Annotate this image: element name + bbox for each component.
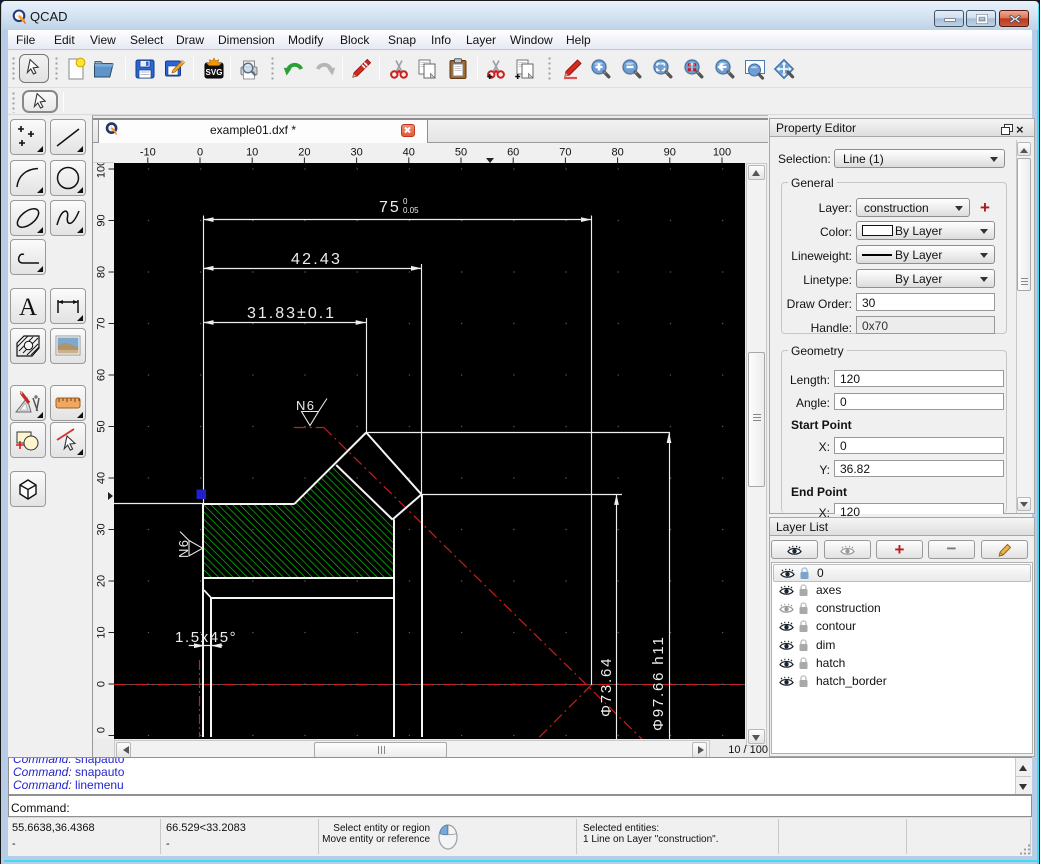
svg-text:-10: -10 bbox=[140, 147, 156, 159]
svg-text:20: 20 bbox=[96, 575, 108, 587]
svg-text:0.05: 0.05 bbox=[403, 206, 419, 215]
svg-text:90: 90 bbox=[664, 147, 676, 159]
svg-text:0: 0 bbox=[96, 681, 108, 687]
svg-text:30: 30 bbox=[350, 147, 362, 159]
svg-text:Φ73.64: Φ73.64 bbox=[598, 657, 615, 717]
svg-text:Φ97.66 h11: Φ97.66 h11 bbox=[650, 635, 667, 731]
svg-text:60: 60 bbox=[96, 369, 108, 381]
svg-text:100: 100 bbox=[96, 163, 108, 178]
svg-text:70: 70 bbox=[559, 147, 571, 159]
svg-text:10: 10 bbox=[96, 626, 108, 638]
svg-text:SVG: SVG bbox=[206, 68, 223, 77]
svg-text:40: 40 bbox=[96, 472, 108, 484]
svg-text:0: 0 bbox=[197, 147, 203, 159]
svg-text:70: 70 bbox=[96, 317, 108, 329]
svg-text:42.43: 42.43 bbox=[291, 251, 342, 268]
svg-text:1.5x45°: 1.5x45° bbox=[175, 629, 237, 646]
svg-text:40: 40 bbox=[403, 147, 415, 159]
svg-text:30: 30 bbox=[96, 523, 108, 535]
svg-text:75: 75 bbox=[379, 199, 401, 216]
svg-text:0: 0 bbox=[96, 727, 108, 733]
svg-text:50: 50 bbox=[96, 420, 108, 432]
svg-text:60: 60 bbox=[507, 147, 519, 159]
svg-text:31.83±0.1: 31.83±0.1 bbox=[247, 305, 336, 322]
svg-text:50: 50 bbox=[455, 147, 467, 159]
svg-text:A: A bbox=[19, 294, 37, 320]
svg-text:90: 90 bbox=[96, 214, 108, 226]
svg-text:10: 10 bbox=[246, 147, 258, 159]
svg-text:80: 80 bbox=[611, 147, 623, 159]
svg-text:20: 20 bbox=[298, 147, 310, 159]
svg-text:0: 0 bbox=[403, 197, 408, 206]
svg-text:N6: N6 bbox=[296, 398, 315, 413]
svg-text:100: 100 bbox=[713, 147, 731, 159]
svg-text:80: 80 bbox=[96, 266, 108, 278]
